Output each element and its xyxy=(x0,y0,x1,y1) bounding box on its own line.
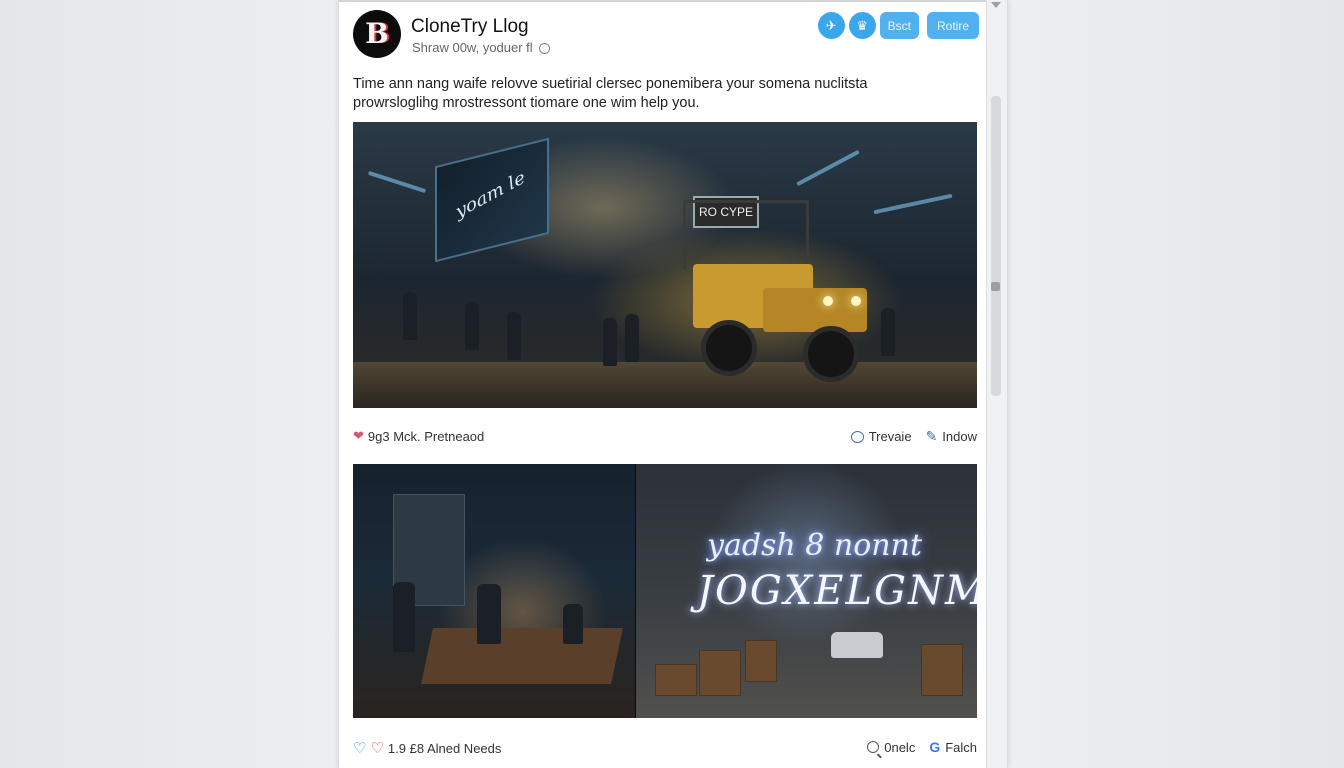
neon-sign-line1: yadsh 8 nonnt xyxy=(707,528,922,563)
heart-outline-icon[interactable]: ♡ xyxy=(353,739,366,757)
share-label: Indow xyxy=(942,429,977,444)
blog-window: B CloneTry Llog Shraw 00w, yoduer fl ✈ ♛… xyxy=(338,0,1008,768)
truck-cab xyxy=(763,288,867,332)
workbench xyxy=(421,628,623,684)
pencil-icon: ✎ xyxy=(925,428,938,444)
post-description: Time ann nang waife relovve suetirial cl… xyxy=(353,76,868,111)
comment-icon xyxy=(850,430,864,443)
worker xyxy=(881,308,895,356)
gallery-image-left[interactable] xyxy=(353,464,635,718)
scroll-position-marker xyxy=(991,282,1000,291)
worker xyxy=(477,584,501,644)
g-button[interactable]: G Falch xyxy=(929,739,977,755)
logo-icon: B xyxy=(365,17,389,50)
worker xyxy=(625,314,639,362)
wall-screen: yoam le xyxy=(435,137,549,263)
crown-icon[interactable]: ♛ xyxy=(848,12,876,39)
truck-wheel xyxy=(701,320,757,376)
truck-wheel xyxy=(803,326,859,382)
worker xyxy=(563,604,583,644)
rotire-button[interactable]: Rotire xyxy=(926,12,979,39)
crate xyxy=(921,644,963,696)
worker xyxy=(603,318,617,366)
gallery-divider xyxy=(635,464,636,718)
g-icon: G xyxy=(929,739,941,755)
neon-sign-line2: JOGXELGNMT xyxy=(697,568,977,614)
heart-icon[interactable]: ♡ xyxy=(370,739,383,757)
gallery-actions-row: ♡ ♡ 1.9 £8 Alned Needs 0nelc G Falch xyxy=(353,739,977,761)
blog-subtitle-text: Shraw 00w, yoduer fl xyxy=(412,40,533,55)
light-beam xyxy=(796,149,860,187)
worker xyxy=(403,292,417,340)
info-icon[interactable] xyxy=(538,43,550,55)
light-beam xyxy=(367,170,427,194)
wall-screen-text: yoam le xyxy=(453,167,528,223)
header-actions: ✈ ♛ Bsct Rotire xyxy=(817,12,979,39)
post-actions-row: ❤ 9g3 Mck. Pretneaod Trevaie ✎ Indow xyxy=(353,428,977,450)
heart-icon[interactable]: ❤ xyxy=(353,428,364,444)
search-button[interactable]: 0nelc xyxy=(867,740,915,755)
share-button[interactable]: ✎ Indow xyxy=(926,428,977,445)
blog-subtitle: Shraw 00w, yoduer fl xyxy=(412,40,550,55)
bird-icon[interactable]: ✈ xyxy=(817,12,845,39)
truck-frame xyxy=(683,200,809,269)
search-icon xyxy=(867,741,880,753)
car xyxy=(831,632,883,658)
comment-button[interactable]: Trevaie xyxy=(850,429,912,444)
headlight xyxy=(851,296,861,306)
crate xyxy=(655,664,697,696)
truck xyxy=(653,200,889,382)
blog-title: CloneTry Llog xyxy=(411,16,529,37)
gallery-image-right[interactable]: yadsh 8 nonnt JOGXELGNMT xyxy=(635,464,977,718)
scroll-thumb[interactable] xyxy=(991,96,1001,396)
worker xyxy=(393,582,415,652)
scrollbar[interactable] xyxy=(986,0,1007,768)
comment-label: Trevaie xyxy=(868,429,912,444)
headlight xyxy=(823,296,833,306)
scroll-up-arrow-icon[interactable] xyxy=(991,2,1001,8)
top-border xyxy=(339,0,987,2)
light-beam xyxy=(873,193,953,215)
avatar[interactable]: B xyxy=(353,10,401,58)
g-label: Falch xyxy=(945,739,977,755)
crate xyxy=(699,650,741,696)
crate xyxy=(745,640,777,682)
hero-image[interactable]: yoam le RO CYPE xyxy=(353,122,977,408)
likes-text: 9g3 Mck. Pretneaod xyxy=(367,428,485,444)
search-label: 0nelc xyxy=(884,739,916,755)
gallery-likes-text: 1.9 £8 Alned Needs xyxy=(387,740,502,756)
bsct-button[interactable]: Bsct xyxy=(879,12,919,39)
worker xyxy=(465,302,479,350)
worker xyxy=(507,312,521,360)
